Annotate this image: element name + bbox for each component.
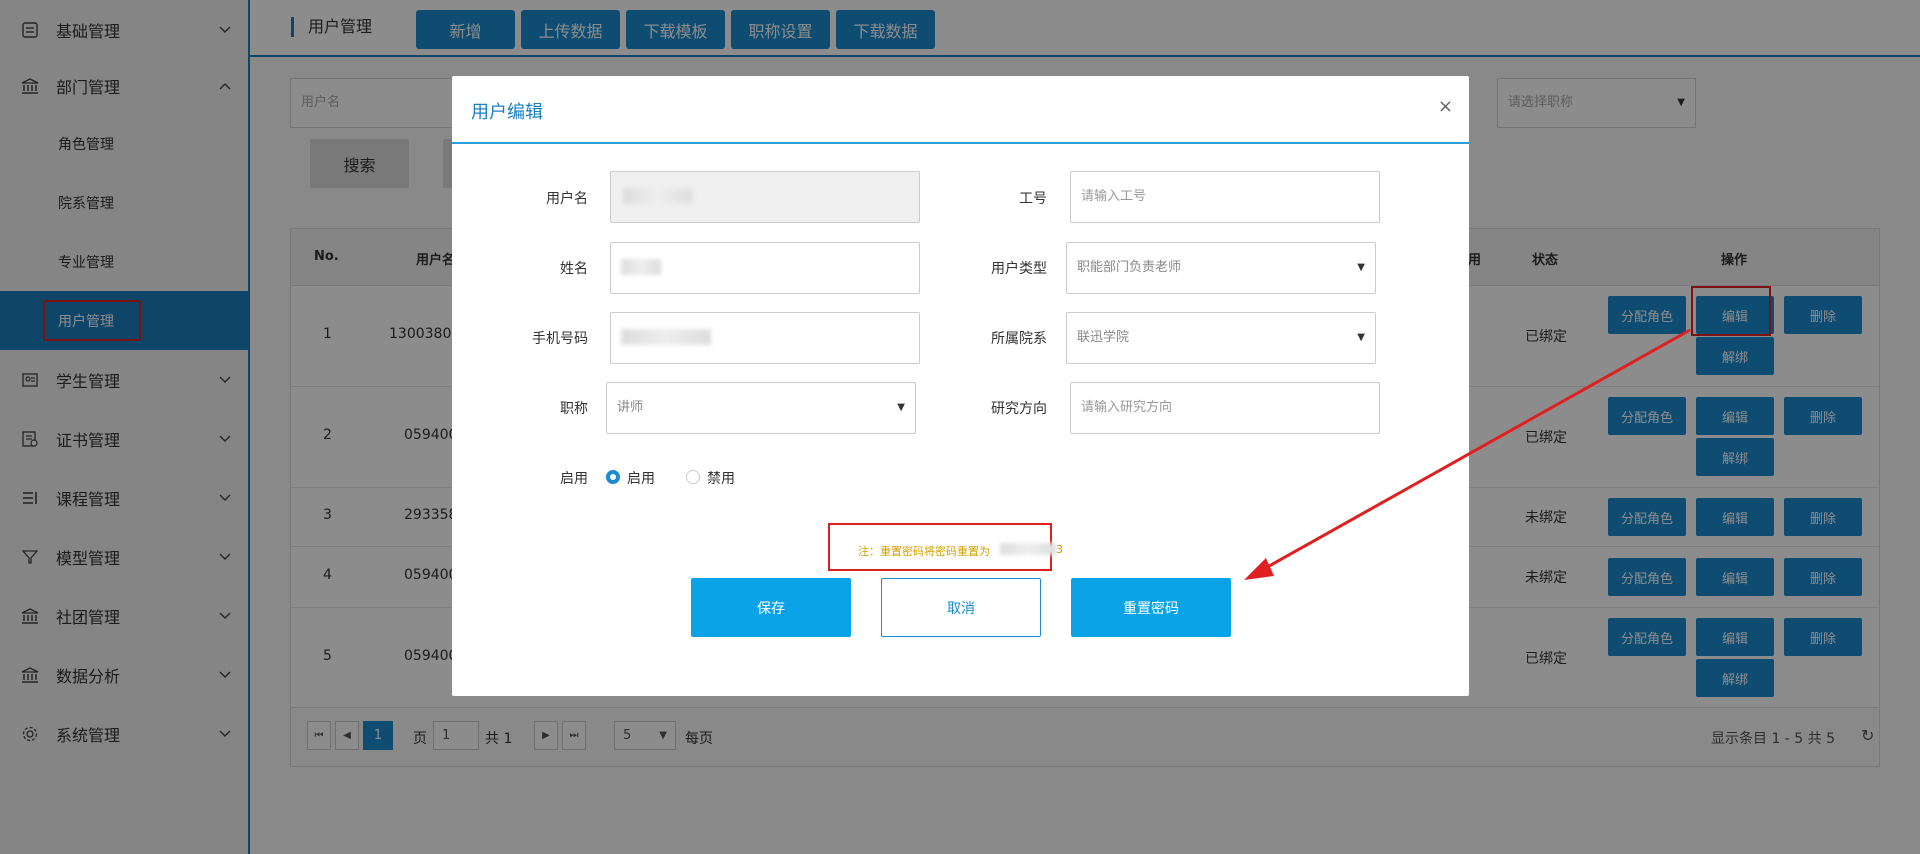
annotation-arrow: [1244, 328, 1691, 580]
